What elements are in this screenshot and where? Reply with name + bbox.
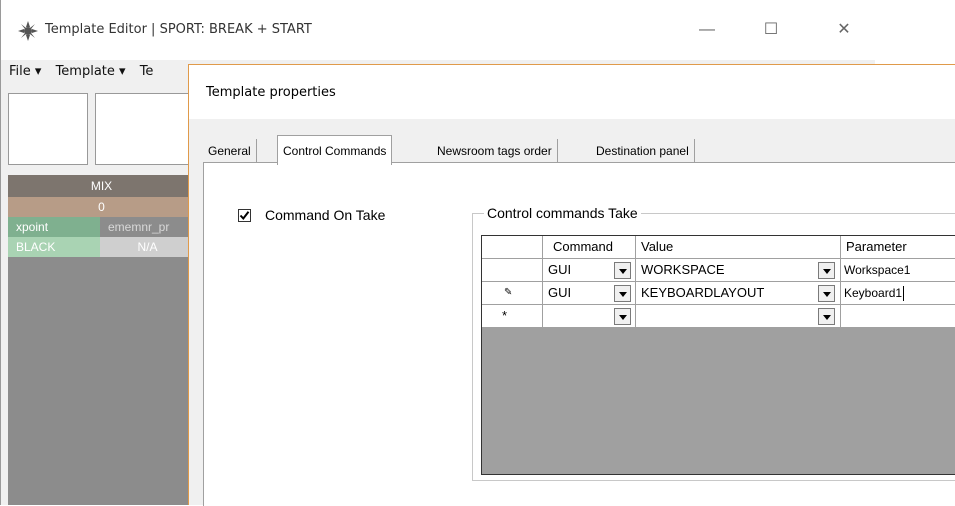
command-on-take-label: Command On Take <box>265 207 386 223</box>
menu-template[interactable]: Template ▾ <box>56 64 126 79</box>
menu-te[interactable]: Te <box>140 64 154 79</box>
group-title: Control commands Take <box>484 205 641 221</box>
dropdown-arrow-icon[interactable] <box>818 262 835 279</box>
preview-box-2[interactable] <box>95 93 195 165</box>
tab-control-commands[interactable]: Control Commands <box>277 135 393 165</box>
text-caret <box>903 286 905 302</box>
row-marker[interactable] <box>482 259 543 282</box>
dropdown-arrow-icon[interactable] <box>614 285 631 302</box>
mix-row[interactable]: BLACK N/A <box>8 237 195 257</box>
mix-cell-value: N/A <box>100 237 195 257</box>
dialog-title-bar: Template properties <box>189 65 955 119</box>
mix-number: 0 <box>8 197 195 217</box>
value-cell[interactable]: WORKSPACE <box>636 259 841 282</box>
tab-destination-panel[interactable]: Destination panel <box>591 139 695 163</box>
new-row-marker[interactable]: * <box>482 305 543 328</box>
control-commands-panel: Command On Take Control commands Take Co… <box>203 162 955 506</box>
preview-box-1[interactable] <box>8 93 88 165</box>
minimize-button[interactable]: — <box>684 14 730 46</box>
value-text: WORKSPACE <box>641 262 725 277</box>
grid-header-value: Value <box>636 236 841 259</box>
command-value: GUI <box>548 285 572 300</box>
command-on-take-checkbox[interactable] <box>238 209 251 222</box>
tab-newsroom-tags-order[interactable]: Newsroom tags order <box>432 139 558 163</box>
row-edit-marker[interactable]: ✎ <box>482 282 543 305</box>
command-cell[interactable]: GUI <box>543 259 636 282</box>
grid-header-command: Command <box>543 236 636 259</box>
value-cell[interactable] <box>636 305 841 328</box>
parameter-cell[interactable] <box>841 305 955 328</box>
maximize-button[interactable]: ☐ <box>748 14 794 46</box>
mix-cell-source: xpoint <box>8 217 100 237</box>
dropdown-arrow-icon[interactable] <box>818 285 835 302</box>
mix-header: MIX <box>8 175 195 197</box>
mix-cell-value: ememnr_pr <box>100 217 195 237</box>
value-text: KEYBOARDLAYOUT <box>641 285 765 300</box>
value-cell[interactable]: KEYBOARDLAYOUT <box>636 282 841 305</box>
dropdown-arrow-icon[interactable] <box>818 308 835 325</box>
command-value: GUI <box>548 262 572 277</box>
mix-cell-source: BLACK <box>8 237 100 257</box>
app-icon <box>17 20 39 42</box>
grid-header-marker <box>482 236 543 259</box>
command-cell[interactable] <box>543 305 636 328</box>
tab-general[interactable]: General <box>203 139 257 163</box>
command-cell[interactable]: GUI <box>543 282 636 305</box>
parameter-input-text[interactable]: Keyboard1 <box>844 286 902 300</box>
window-title: Template Editor | SPORT: BREAK + START <box>45 22 312 37</box>
grid-header-parameter: Parameter <box>841 236 955 259</box>
mix-row[interactable]: xpoint ememnr_pr <box>8 217 195 237</box>
mix-panel: MIX 0 xpoint ememnr_pr BLACK N/A <box>8 175 195 505</box>
checkmark-icon <box>239 211 250 221</box>
parameter-cell[interactable]: Keyboard1 <box>841 282 955 305</box>
dropdown-arrow-icon[interactable] <box>614 308 631 325</box>
title-bar: Template Editor | SPORT: BREAK + START —… <box>1 0 876 60</box>
template-properties-dialog: Template properties General Control Comm… <box>188 64 955 506</box>
commands-grid: Command Value Parameter GUI WORKSPACE Wo… <box>481 235 955 475</box>
parameter-cell[interactable]: Workspace1 <box>841 259 955 282</box>
dialog-title: Template properties <box>206 85 336 100</box>
dropdown-arrow-icon[interactable] <box>614 262 631 279</box>
menu-file[interactable]: File ▾ <box>9 64 41 79</box>
menu-bar: File ▾ Template ▾ Te <box>9 64 163 79</box>
close-button[interactable]: ✕ <box>821 14 867 46</box>
